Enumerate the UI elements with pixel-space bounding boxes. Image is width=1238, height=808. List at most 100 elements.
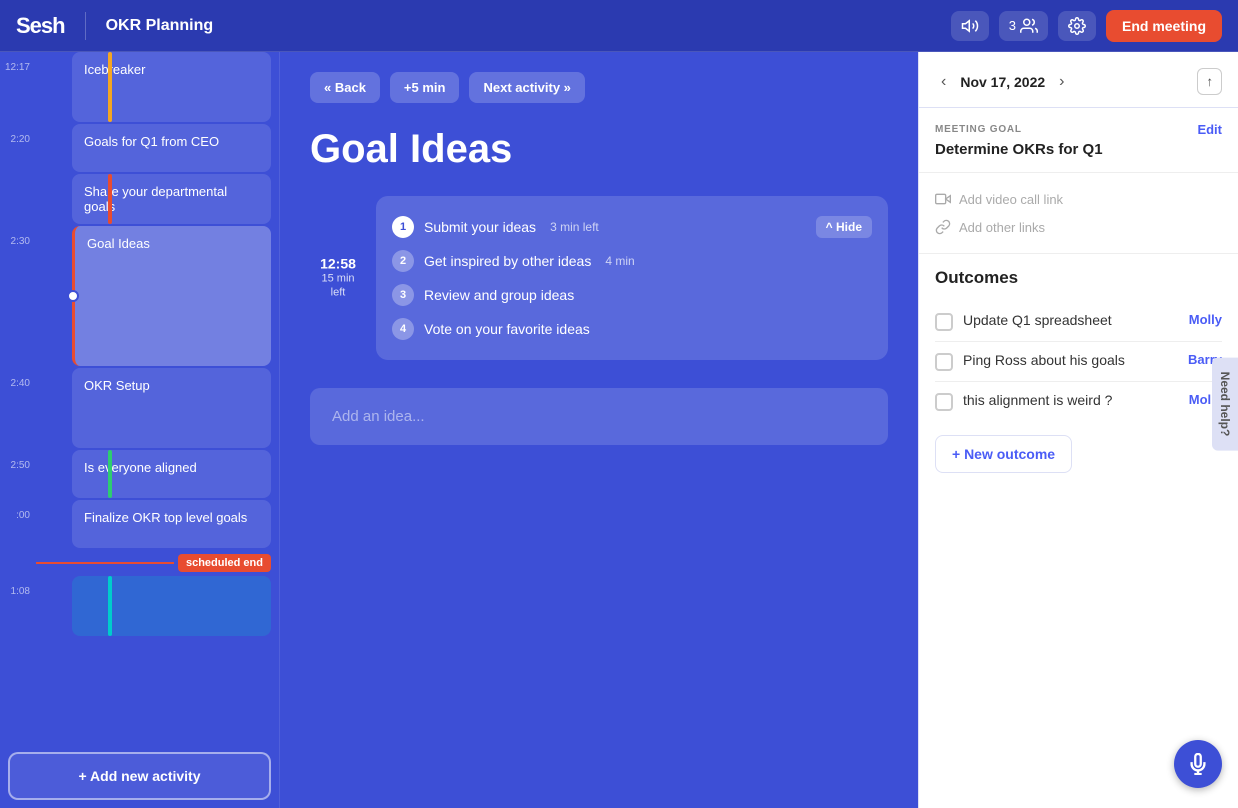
time-220: 2:20 bbox=[0, 124, 36, 172]
mic-icon bbox=[1187, 753, 1209, 775]
sidebar-item-finalize[interactable]: Finalize OKR top level goals bbox=[72, 500, 271, 548]
right-panel: ‹ Nov 17, 2022 › ↑ MEETING GOAL Edit Det… bbox=[918, 52, 1238, 808]
top-nav: Sesh OKR Planning 3 End meeti bbox=[0, 0, 1238, 52]
date-text: Nov 17, 2022 bbox=[960, 74, 1045, 90]
step-duration-2: 4 min bbox=[605, 254, 634, 268]
activity-title: Goal Ideas bbox=[310, 127, 888, 172]
date-next-button[interactable]: › bbox=[1053, 71, 1070, 93]
edit-goal-button[interactable]: Edit bbox=[1197, 122, 1222, 137]
plus5-button[interactable]: +5 min bbox=[390, 72, 460, 103]
steps-container: 1 Submit your ideas 3 min left ^ Hide 2 … bbox=[376, 196, 888, 360]
sidebar-label-icebreaker: Icebreaker bbox=[84, 62, 145, 77]
date-header: ‹ Nov 17, 2022 › ↑ bbox=[919, 52, 1238, 108]
step-num-1: 1 bbox=[392, 216, 414, 238]
new-outcome-button[interactable]: + New outcome bbox=[935, 435, 1072, 473]
sidebar-item-goal-ideas[interactable]: Goal Ideas bbox=[72, 226, 271, 366]
share-icon: ↑ bbox=[1206, 74, 1213, 89]
outcome-checkbox-2[interactable] bbox=[935, 353, 953, 371]
outcome-text-1: Update Q1 spreadsheet bbox=[963, 312, 1179, 328]
outcome-checkbox-1[interactable] bbox=[935, 313, 953, 331]
meeting-goal-section: MEETING GOAL Edit Determine OKRs for Q1 bbox=[919, 108, 1238, 173]
sidebar: 12:17 Icebreaker 2:20 Goals for Q1 from … bbox=[0, 52, 280, 808]
step-duration-1: 3 min left bbox=[550, 220, 599, 234]
sound-icon bbox=[961, 17, 979, 35]
video-call-label: Add video call link bbox=[959, 192, 1063, 207]
outcome-text-3: this alignment is weird ? bbox=[963, 392, 1179, 408]
date-nav: ‹ Nov 17, 2022 › bbox=[935, 71, 1071, 93]
participants-icon bbox=[1020, 17, 1038, 35]
time-230: 2:30 bbox=[0, 226, 36, 366]
outcomes-title: Outcomes bbox=[935, 268, 1222, 288]
sidebar-item-goals-ceo[interactable]: Goals for Q1 from CEO bbox=[72, 124, 271, 172]
link-icon bbox=[935, 219, 951, 235]
time-empty-1 bbox=[0, 174, 36, 224]
outcome-assignee-1[interactable]: Molly bbox=[1189, 312, 1222, 327]
meeting-title: OKR Planning bbox=[106, 17, 939, 35]
other-links-label: Add other links bbox=[959, 220, 1045, 235]
outcomes-section: Outcomes Update Q1 spreadsheet Molly Pin… bbox=[919, 254, 1238, 808]
meeting-goal-text: Determine OKRs for Q1 bbox=[935, 141, 1222, 158]
sidebar-item-icebreaker[interactable]: Icebreaker bbox=[72, 52, 271, 122]
gear-icon bbox=[1068, 17, 1086, 35]
step-label-4: Vote on your favorite ideas bbox=[424, 321, 590, 337]
meeting-goal-label: MEETING GOAL bbox=[935, 124, 1022, 135]
time-250: 2:50 bbox=[0, 450, 36, 498]
video-icon bbox=[935, 191, 951, 207]
sidebar-item-extra[interactable] bbox=[72, 576, 271, 636]
participants-button[interactable]: 3 bbox=[999, 11, 1048, 41]
step-num-4: 4 bbox=[392, 318, 414, 340]
mic-button[interactable] bbox=[1174, 740, 1222, 788]
step-num-3: 3 bbox=[392, 284, 414, 306]
step-4: 4 Vote on your favorite ideas bbox=[392, 312, 872, 346]
scheduled-end-label: scheduled end bbox=[178, 554, 271, 572]
need-help-tab[interactable]: Need help? bbox=[1212, 358, 1238, 451]
step-label-1: Submit your ideas bbox=[424, 219, 536, 235]
nav-divider bbox=[85, 12, 86, 40]
sidebar-item-share-goals[interactable]: Share your departmental goals bbox=[72, 174, 271, 224]
outcome-checkbox-3[interactable] bbox=[935, 393, 953, 411]
date-prev-button[interactable]: ‹ bbox=[935, 71, 952, 93]
outcome-item-1: Update Q1 spreadsheet Molly bbox=[935, 302, 1222, 342]
time-1217: 12:17 bbox=[0, 52, 36, 122]
participants-count: 3 bbox=[1009, 18, 1016, 33]
step-1: 1 Submit your ideas 3 min left ^ Hide bbox=[392, 210, 872, 244]
sidebar-label-share-goals: Share your departmental goals bbox=[84, 184, 227, 214]
settings-button[interactable] bbox=[1058, 11, 1096, 41]
sound-button[interactable] bbox=[951, 11, 989, 41]
hide-button[interactable]: ^ Hide bbox=[816, 216, 872, 238]
timer-display: 12:58 bbox=[310, 256, 366, 272]
next-activity-button[interactable]: Next activity » bbox=[469, 72, 584, 103]
share-button[interactable]: ↑ bbox=[1197, 68, 1222, 95]
links-section: Add video call link Add other links bbox=[919, 173, 1238, 254]
video-call-link[interactable]: Add video call link bbox=[935, 185, 1222, 213]
sidebar-item-okr-setup[interactable]: OKR Setup bbox=[72, 368, 271, 448]
logo: Sesh bbox=[16, 13, 65, 39]
step-num-2: 2 bbox=[392, 250, 414, 272]
time-300: :00 bbox=[0, 500, 36, 548]
nav-icons: 3 End meeting bbox=[951, 10, 1222, 42]
main-layout: 12:17 Icebreaker 2:20 Goals for Q1 from … bbox=[0, 52, 1238, 808]
activity-nav: « Back +5 min Next activity » bbox=[310, 72, 888, 103]
step-3: 3 Review and group ideas bbox=[392, 278, 872, 312]
step-label-3: Review and group ideas bbox=[424, 287, 574, 303]
timeline: 12:17 Icebreaker 2:20 Goals for Q1 from … bbox=[0, 52, 279, 744]
time-108: 1:08 bbox=[0, 576, 36, 636]
meeting-goal-header: MEETING GOAL Edit bbox=[935, 122, 1222, 137]
sidebar-label-goal-ideas: Goal Ideas bbox=[87, 236, 150, 251]
time-left: 15 minleft bbox=[310, 272, 366, 301]
sidebar-label-finalize: Finalize OKR top level goals bbox=[84, 510, 247, 525]
step-label-2: Get inspired by other ideas bbox=[424, 253, 591, 269]
time-240: 2:40 bbox=[0, 368, 36, 448]
sidebar-item-is-aligned[interactable]: Is everyone aligned bbox=[72, 450, 271, 498]
outcome-item-3: this alignment is weird ? Molly bbox=[935, 382, 1222, 421]
sidebar-label-okr-setup: OKR Setup bbox=[84, 378, 150, 393]
idea-input[interactable] bbox=[310, 388, 888, 445]
outcome-text-2: Ping Ross about his goals bbox=[963, 352, 1178, 368]
back-button[interactable]: « Back bbox=[310, 72, 380, 103]
other-links[interactable]: Add other links bbox=[935, 213, 1222, 241]
outcome-item-2: Ping Ross about his goals Barry bbox=[935, 342, 1222, 382]
end-meeting-button[interactable]: End meeting bbox=[1106, 10, 1222, 42]
add-activity-button[interactable]: + Add new activity bbox=[8, 752, 271, 800]
step-2: 2 Get inspired by other ideas 4 min bbox=[392, 244, 872, 278]
center-panel: « Back +5 min Next activity » Goal Ideas… bbox=[280, 52, 918, 808]
